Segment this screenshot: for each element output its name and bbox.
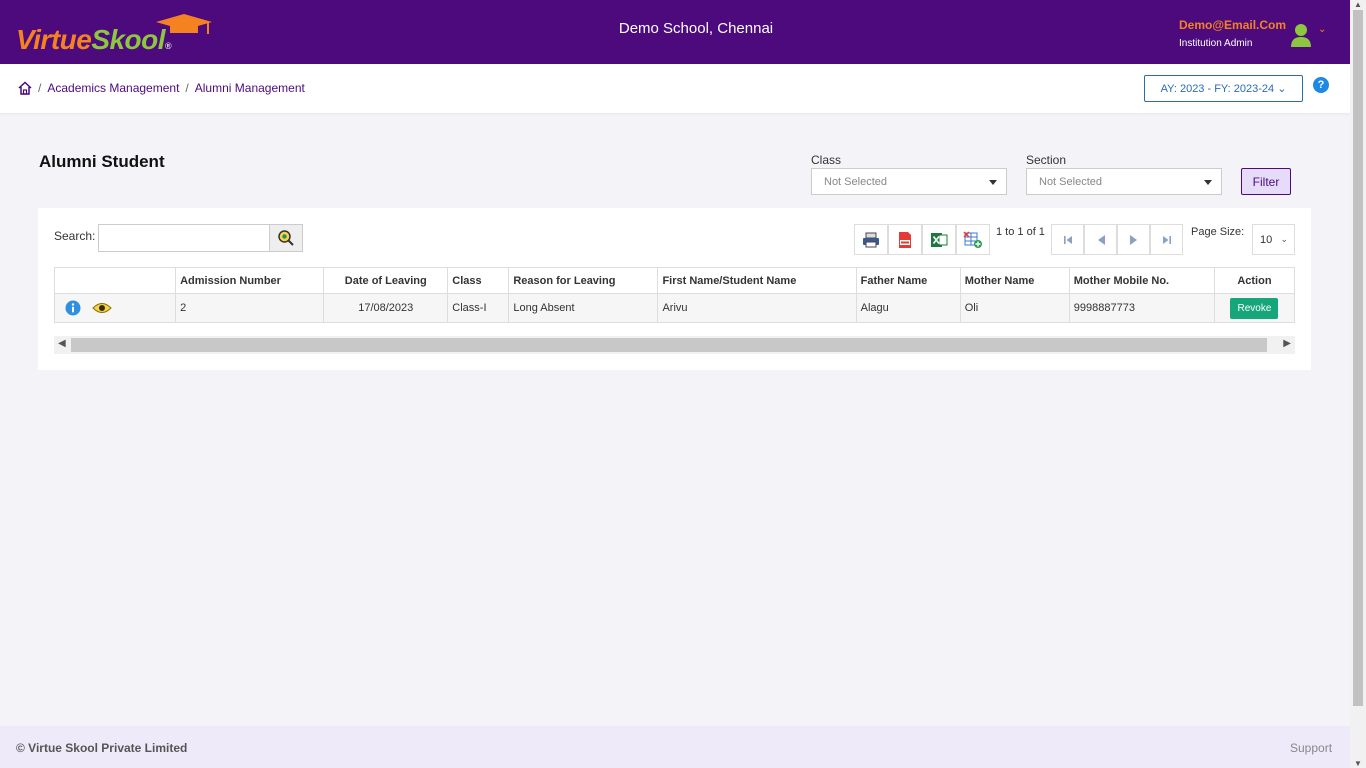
alumni-table: Admission Number Date of Leaving Class R… — [53, 267, 1296, 323]
user-avatar-icon[interactable] — [1290, 22, 1312, 48]
footer: © Virtue Skool Private Limited Support — [0, 726, 1350, 768]
cell-action: Revoke — [1213, 293, 1296, 323]
scroll-down-icon[interactable]: ▼ — [1354, 759, 1362, 768]
prev-page-icon — [1097, 234, 1105, 245]
search-icon — [278, 230, 294, 246]
user-email: Demo@Email.Com — [1179, 18, 1287, 32]
copyright-text: © Virtue Skool Private Limited — [16, 741, 188, 755]
info-icon[interactable] — [65, 300, 81, 316]
scroll-left-icon[interactable]: ◀ — [58, 338, 66, 349]
user-menu-chevron-icon[interactable]: ⌄ — [1318, 24, 1326, 35]
cell-class: Class-I — [447, 293, 510, 323]
revoke-button[interactable]: Revoke — [1230, 297, 1279, 319]
excel-export-button[interactable] — [922, 224, 956, 255]
school-name: Demo School, Chennai — [618, 20, 774, 37]
user-menu[interactable]: Demo@Email.Com Institution Admin — [1179, 18, 1286, 49]
print-button[interactable] — [854, 224, 888, 255]
scrollbar-thumb[interactable] — [71, 338, 1267, 352]
page-title: Alumni Student — [39, 152, 165, 171]
column-header-icons — [53, 267, 177, 294]
next-page-icon — [1129, 234, 1137, 245]
search-input[interactable] — [98, 224, 270, 252]
last-page-button[interactable] — [1150, 224, 1183, 255]
column-header-class[interactable]: Class — [447, 267, 510, 294]
column-header-date-of-leaving[interactable]: Date of Leaving — [323, 267, 449, 294]
user-role: Institution Admin — [1179, 38, 1253, 49]
breadcrumb: / Academics Management / Alumni Manageme… — [38, 81, 305, 95]
first-page-icon — [1063, 235, 1072, 244]
cell-date-of-leaving: 17/08/2023 — [323, 293, 449, 323]
excel-icon — [931, 232, 948, 247]
column-header-reason[interactable]: Reason for Leaving — [508, 267, 659, 294]
last-page-icon — [1162, 235, 1171, 244]
section-filter-label: Section — [1026, 153, 1067, 167]
search-label: Search: — [54, 229, 96, 243]
column-header-father-name[interactable]: Father Name — [855, 267, 961, 294]
chevron-down-icon: ⌄ — [1280, 234, 1288, 244]
scrollbar-thumb[interactable] — [1353, 10, 1363, 706]
cell-mother-name: Oli — [959, 293, 1070, 323]
table-row: 2 17/08/2023 Class-I Long Absent Arivu A… — [53, 293, 1296, 323]
help-icon[interactable]: ? — [1313, 77, 1329, 93]
column-header-student-name[interactable]: First Name/Student Name — [657, 267, 857, 294]
column-header-action: Action — [1213, 267, 1296, 294]
scroll-right-icon[interactable]: ▶ — [1283, 338, 1291, 349]
top-header: VirtueSkool® Demo School, Chennai Demo@E… — [0, 0, 1350, 64]
home-icon[interactable] — [18, 81, 32, 95]
table-horizontal-scrollbar[interactable]: ◀ ▶ — [54, 336, 1295, 354]
breadcrumb-bar: / Academics Management / Alumni Manageme… — [0, 64, 1350, 113]
column-header-mother-mobile[interactable]: Mother Mobile No. — [1068, 267, 1215, 294]
cell-student-name: Arivu — [657, 293, 857, 323]
table-header-row: Admission Number Date of Leaving Class R… — [53, 267, 1296, 294]
academic-year-selector[interactable]: AY: 2023 - FY: 2023-24 ⌄ — [1144, 75, 1303, 102]
page-size-select[interactable]: 10 ⌄ — [1252, 224, 1295, 255]
next-page-button[interactable] — [1117, 224, 1150, 255]
pager-summary: 1 to 1 of 1 — [996, 226, 1045, 238]
view-eye-icon[interactable] — [92, 301, 112, 315]
previous-page-button[interactable] — [1084, 224, 1117, 255]
pdf-icon — [899, 231, 911, 248]
cell-father-name: Alagu — [855, 293, 961, 323]
scroll-up-icon[interactable]: ▲ — [1354, 0, 1362, 9]
section-select[interactable]: Not Selected — [1026, 168, 1222, 195]
page-vertical-scrollbar[interactable]: ▲ ▼ — [1350, 0, 1366, 768]
export-sheet-icon — [963, 230, 982, 248]
class-filter-label: Class — [811, 153, 842, 167]
class-select[interactable]: Not Selected — [811, 168, 1007, 195]
caret-down-icon — [1204, 180, 1212, 185]
filter-button[interactable]: Filter — [1241, 168, 1291, 195]
first-page-button[interactable] — [1051, 224, 1084, 255]
support-link[interactable]: Support — [1290, 741, 1332, 755]
alumni-grid-card: Search: 1 to 1 of 1 Page Size: 10 ⌄ Admi… — [38, 208, 1311, 370]
row-icon-cell — [53, 293, 177, 323]
cell-reason: Long Absent — [508, 293, 659, 323]
column-header-admission-number[interactable]: Admission Number — [175, 267, 325, 294]
cell-mother-mobile: 9998887773 — [1068, 293, 1215, 323]
caret-down-icon — [989, 180, 997, 185]
search-button[interactable] — [269, 224, 303, 252]
print-icon — [863, 232, 879, 247]
page-size-label: Page Size: — [1191, 226, 1245, 238]
cell-admission-number: 2 — [175, 293, 325, 323]
pdf-export-button[interactable] — [888, 224, 922, 255]
breadcrumb-academics-management[interactable]: Academics Management — [47, 81, 179, 95]
column-header-mother-name[interactable]: Mother Name — [959, 267, 1070, 294]
export-sheet-button[interactable] — [956, 224, 990, 255]
breadcrumb-alumni-management[interactable]: Alumni Management — [195, 81, 305, 95]
